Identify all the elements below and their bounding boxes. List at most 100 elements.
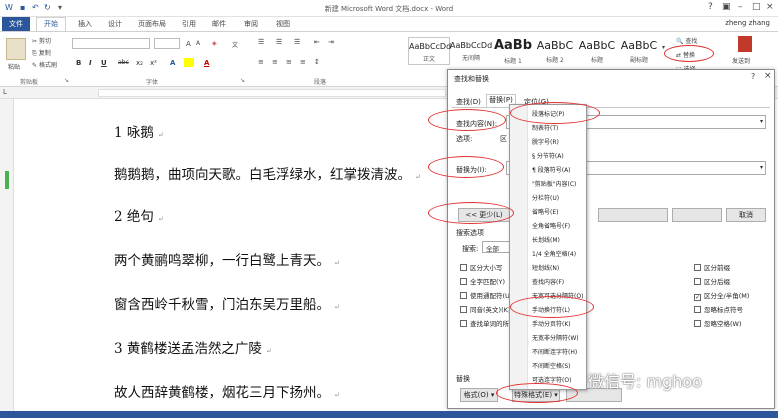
tab-file[interactable]: 文件 [2,17,30,31]
style-heading-2[interactable]: AaBbC 标题 2 [534,37,576,65]
maximize-icon[interactable]: □ [752,2,761,12]
checkbox-box[interactable] [460,320,467,327]
tab-references[interactable]: 引用 [182,19,196,29]
font-launcher-icon[interactable]: ↘ [240,77,245,84]
text-effects-button[interactable]: A [170,59,175,67]
checkbox-box[interactable] [460,264,467,271]
wildcards-checkbox[interactable]: 使用通配符(U) [460,290,512,300]
style-title[interactable]: AaBbC 标题 [576,37,618,65]
bullets-icon[interactable]: ☰ [258,38,264,46]
copy-button[interactable]: ⎘ 复制 [32,48,51,58]
menu-item[interactable]: 短划线(N) [532,263,559,272]
underline-button[interactable]: U [101,59,107,67]
checkbox-checked-icon[interactable]: ✓ [694,294,701,301]
checkbox-box[interactable] [460,292,467,299]
menu-item[interactable]: 省略号(E) [532,207,558,216]
tab-review[interactable]: 审阅 [244,19,258,29]
match-suffix-checkbox[interactable]: 区分后缀 [694,276,730,286]
ignore-spaces-checkbox[interactable]: 忽略空格(W) [694,318,742,328]
menu-item[interactable]: 分栏符(U) [532,193,559,202]
bold-button[interactable]: B [76,59,81,67]
document-page[interactable]: 1 咏鹅 ↵ 鹅鹅鹅，曲项向天歌。白毛浮绿水，红掌拨清波。 ↵ 2 绝句 ↵ 两个黄鹂… [14,99,448,418]
clipboard-launcher-icon[interactable]: ↘ [64,77,69,84]
match-case-checkbox[interactable]: 区分大小写 [460,262,503,272]
tab-view[interactable]: 视图 [276,19,290,29]
font-name-combo[interactable] [72,38,150,49]
menu-item[interactable]: 手动分页符(K) [532,319,571,328]
cut-button[interactable]: ✂ 剪切 [32,36,51,45]
subscript-button[interactable]: x₂ [136,59,143,67]
highlight-color-icon[interactable] [184,58,194,67]
checkbox-box[interactable] [460,278,467,285]
paste-icon[interactable] [6,38,26,60]
superscript-button[interactable]: x² [150,59,157,67]
style-heading-1[interactable]: AaBb 标题 1 [492,37,534,65]
send-to-label[interactable]: 发送到 [732,56,750,65]
send-to-icon[interactable] [738,36,752,52]
user-name[interactable]: zheng zhang [725,19,770,27]
menu-item[interactable]: 查找内容(F) [532,277,564,286]
numbering-icon[interactable]: ☰ [276,38,282,46]
tab-home[interactable]: 开始 [36,17,66,31]
chevron-down-icon[interactable]: ▾ [760,118,763,125]
checkbox-box[interactable] [694,278,701,285]
ignore-punctuation-checkbox[interactable]: 忽略标点符号 [694,304,743,314]
ribbon-display-icon[interactable]: ▣ [722,2,731,12]
minimize-icon[interactable]: – [738,2,743,12]
dialog-tab-find[interactable]: 查找(D) [456,97,481,107]
justify-icon[interactable]: ≡ [300,58,306,66]
match-width-checkbox[interactable]: ✓ 区分全/半角(M) [694,290,749,301]
help-icon[interactable]: ? [708,2,713,12]
tab-page-layout[interactable]: 页面布局 [138,19,166,29]
menu-item[interactable]: 1/4 全角空格(4) [532,249,576,258]
decrease-indent-icon[interactable]: ⇤ [314,38,320,46]
menu-item[interactable]: § 分节符(A) [532,151,564,160]
close-icon[interactable]: × [766,2,774,12]
strikethrough-button[interactable]: abc [118,59,129,66]
all-word-forms-checkbox[interactable]: 查找单词的所有 [460,318,516,328]
match-prefix-checkbox[interactable]: 区分前缀 [694,262,730,272]
style-subtitle[interactable]: AaBbC 副标题 [618,37,660,65]
chevron-down-icon[interactable]: ▾ [760,164,763,171]
whole-word-checkbox[interactable]: 全字匹配(Y) [460,276,505,286]
italic-button[interactable]: I [89,59,92,67]
font-size-combo[interactable] [154,38,180,49]
multilevel-list-icon[interactable]: ☰ [294,38,300,46]
find-next-button[interactable] [672,208,722,222]
menu-item[interactable]: 脱字号(R) [532,137,559,146]
tab-mailings[interactable]: 邮件 [212,19,226,29]
shrink-font-icon[interactable]: A [196,40,200,47]
checkbox-box[interactable] [694,320,701,327]
dialog-close-icon[interactable]: × [764,71,772,81]
align-right-icon[interactable]: ≡ [286,58,292,66]
menu-item[interactable]: ¶ 段落符号(A) [532,165,571,174]
increase-indent-icon[interactable]: ⇥ [328,38,334,46]
format-button[interactable]: 格式(O) ▾ [460,388,498,402]
align-left-icon[interactable]: ≡ [258,58,264,66]
menu-item[interactable]: "剪贴板"内容(C) [532,179,576,188]
menu-item[interactable]: 不间断连字符(H) [532,347,577,356]
find-button[interactable]: 🔍 查找 [676,36,697,45]
tab-design[interactable]: 设计 [108,19,122,29]
format-painter-button[interactable]: ✎ 格式刷 [32,60,57,69]
dialog-help-icon[interactable]: ? [751,72,755,81]
paste-label[interactable]: 粘贴 [8,62,20,71]
menu-item[interactable]: 不间断空格(S) [532,361,571,370]
line-spacing-icon[interactable]: ↕ [314,58,320,66]
menu-item[interactable]: 制表符(T) [532,123,558,132]
checkbox-box[interactable] [460,306,467,313]
tab-selector-icon[interactable]: L [3,88,7,96]
sounds-like-checkbox[interactable]: 同音(英文)(K) [460,304,510,314]
checkbox-box[interactable] [694,306,701,313]
align-center-icon[interactable]: ≡ [272,58,278,66]
menu-item[interactable]: 全角省略号(F) [532,221,570,230]
menu-item[interactable]: 无宽非分隔符(W) [532,333,579,342]
replace-all-button[interactable] [598,208,668,222]
style-normal[interactable]: AaBbCcDd 正文 [408,37,451,65]
style-no-spacing[interactable]: AaBbCcDd 无间隔 [450,37,492,65]
cancel-button[interactable]: 取消 [726,208,766,222]
clear-format-icon[interactable]: ◈ [212,40,217,47]
tab-insert[interactable]: 插入 [78,19,92,29]
checkbox-box[interactable] [694,264,701,271]
phonetic-icon[interactable]: 文 [232,40,238,49]
